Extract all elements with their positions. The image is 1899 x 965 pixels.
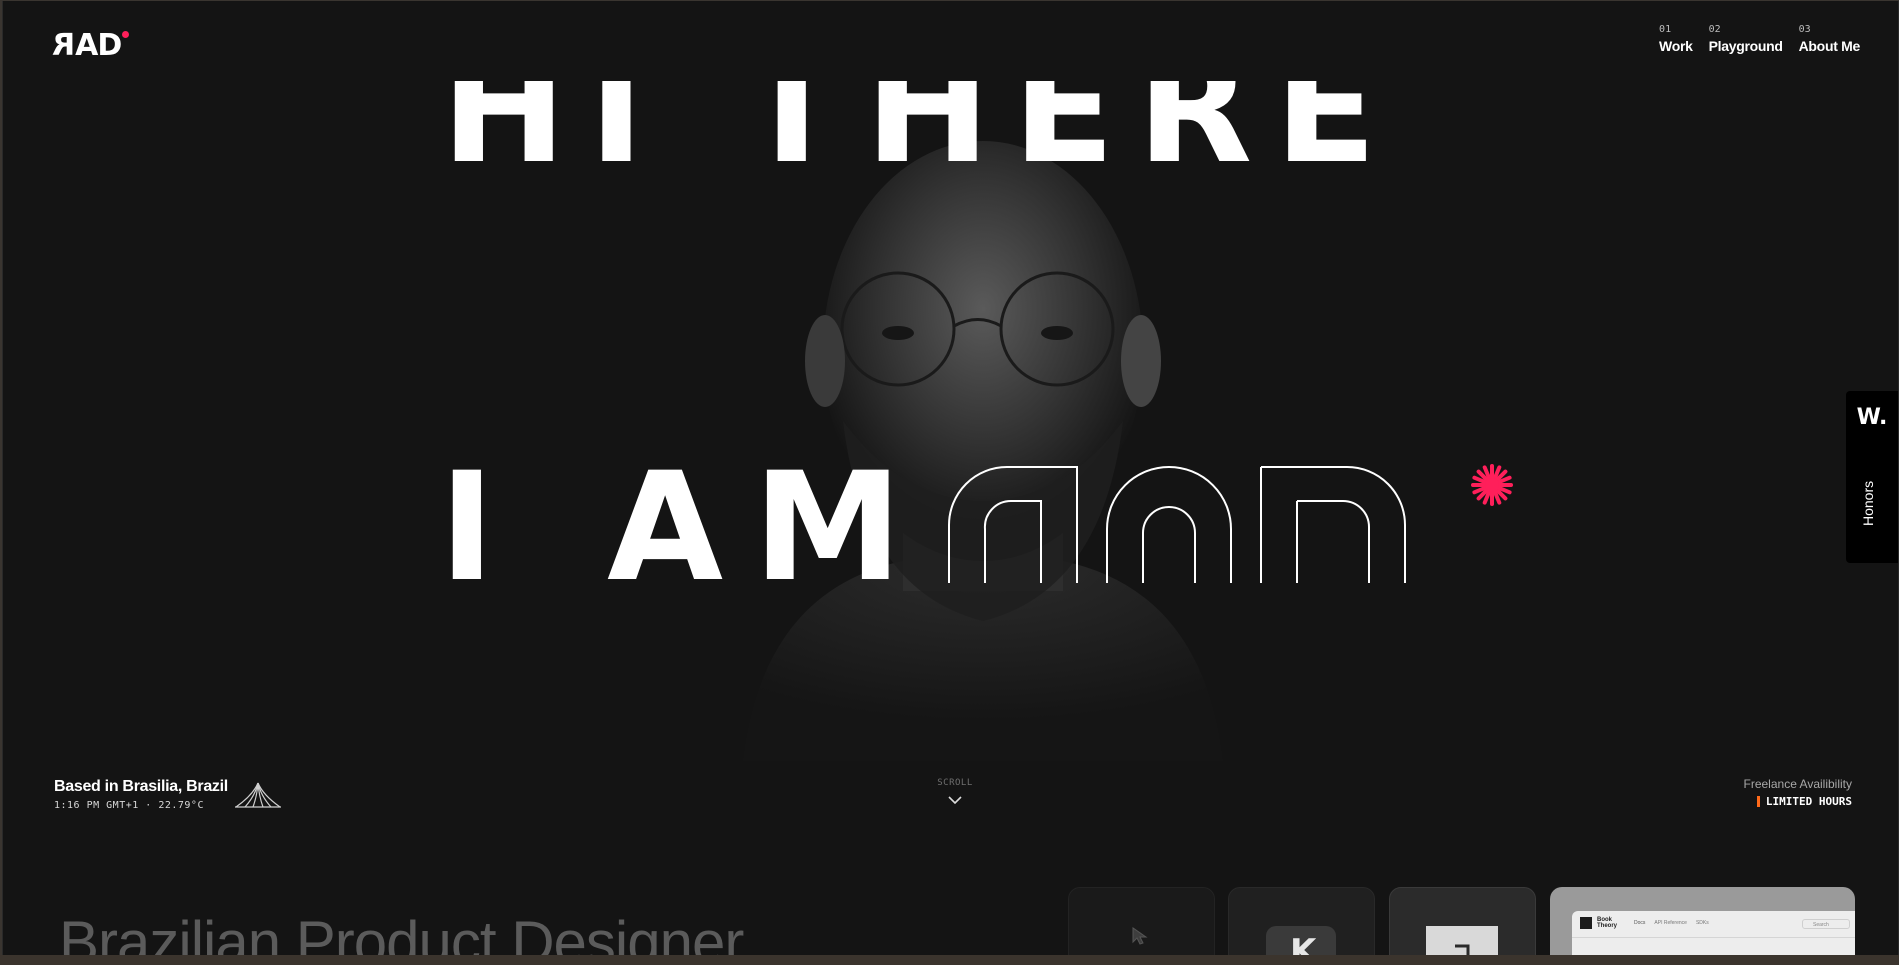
availability-block: Freelance Availibility LIMITED HOURS [1744,777,1853,808]
project-card-2[interactable]: K [1228,887,1375,955]
card-app-name: Book Theory [1597,917,1618,929]
nav-label: About Me [1798,38,1861,54]
status-indicator [1756,796,1760,807]
availability-status-text: LIMITED HOURS [1765,795,1852,808]
nav-label: Work [1659,38,1693,54]
location-time-weather: 1:16 PM GMT+1 · 22.79°C [54,800,204,811]
hero-greeting: HI THERE [441,81,1399,181]
card-app-search: Search [1802,919,1850,929]
honors-tab[interactable]: W. Honors [1846,391,1898,563]
honors-badge: W. [1856,405,1888,430]
bracket-icon [1455,944,1470,955]
honors-label: Honors [1860,480,1876,526]
card-app-logo [1580,917,1592,929]
card-screenshot: Book Theory Docs API Reference SDKs Sear… [1572,911,1855,955]
cathedral-icon [235,782,281,808]
window-bottom-edge [0,955,1899,965]
location-block: Based in Brasilia, Brazil 1:16 PM GMT+1 … [54,778,228,811]
nav-number: 02 [1708,24,1721,35]
hero-i-am: I AM [439,465,933,587]
hero-rad-outline [948,466,1406,583]
project-card-3[interactable] [1389,887,1536,955]
project-card-4[interactable]: Book Theory Docs API Reference SDKs Sear… [1550,887,1855,955]
logo-accent-dot [122,31,130,38]
card-app-divider [1572,937,1855,938]
site-logo[interactable]: RAD [53,28,130,63]
logo-text: RAD [53,28,122,63]
availability-title: Freelance Availibility [1743,777,1853,791]
page-frame: RAD 01 Work 02 Playground 03 About Me HI… [2,1,1899,955]
card-app-tab: SDKs [1695,920,1709,926]
card-logo-letter: K [1290,932,1317,955]
card-app-tab: API Reference [1654,920,1687,926]
nav-label: Playground [1708,38,1783,54]
hero-line-1: HI THERE [441,81,1481,181]
section-title: Brazilian Product Designer [59,909,744,956]
nav-number: 03 [1798,24,1811,35]
card-app-search-text: Search [1813,922,1829,928]
availability-status: LIMITED HOURS [1744,795,1852,808]
location-title: Based in Brasilia, Brazil [54,778,228,795]
nav-item-about-me[interactable]: 03 About Me [1798,24,1861,56]
nav-number: 01 [1659,24,1672,35]
portrait-photo [743,141,1223,761]
scroll-label: SCROLL [937,778,973,788]
scroll-indicator[interactable]: SCROLL [933,778,977,809]
card-app-header: Book Theory Docs API Reference SDKs [1580,917,1709,929]
asterisk-icon [1471,464,1513,506]
card-app-tab: Docs [1634,920,1646,926]
cursor-icon [1132,927,1148,945]
nav-item-work[interactable]: 01 Work [1659,24,1693,56]
project-card-1[interactable] [1068,887,1215,955]
nav-item-playground[interactable]: 02 Playground [1709,24,1783,56]
chevron-down-icon [948,796,962,805]
main-nav: 01 Work 02 Playground 03 About Me [1659,24,1860,56]
